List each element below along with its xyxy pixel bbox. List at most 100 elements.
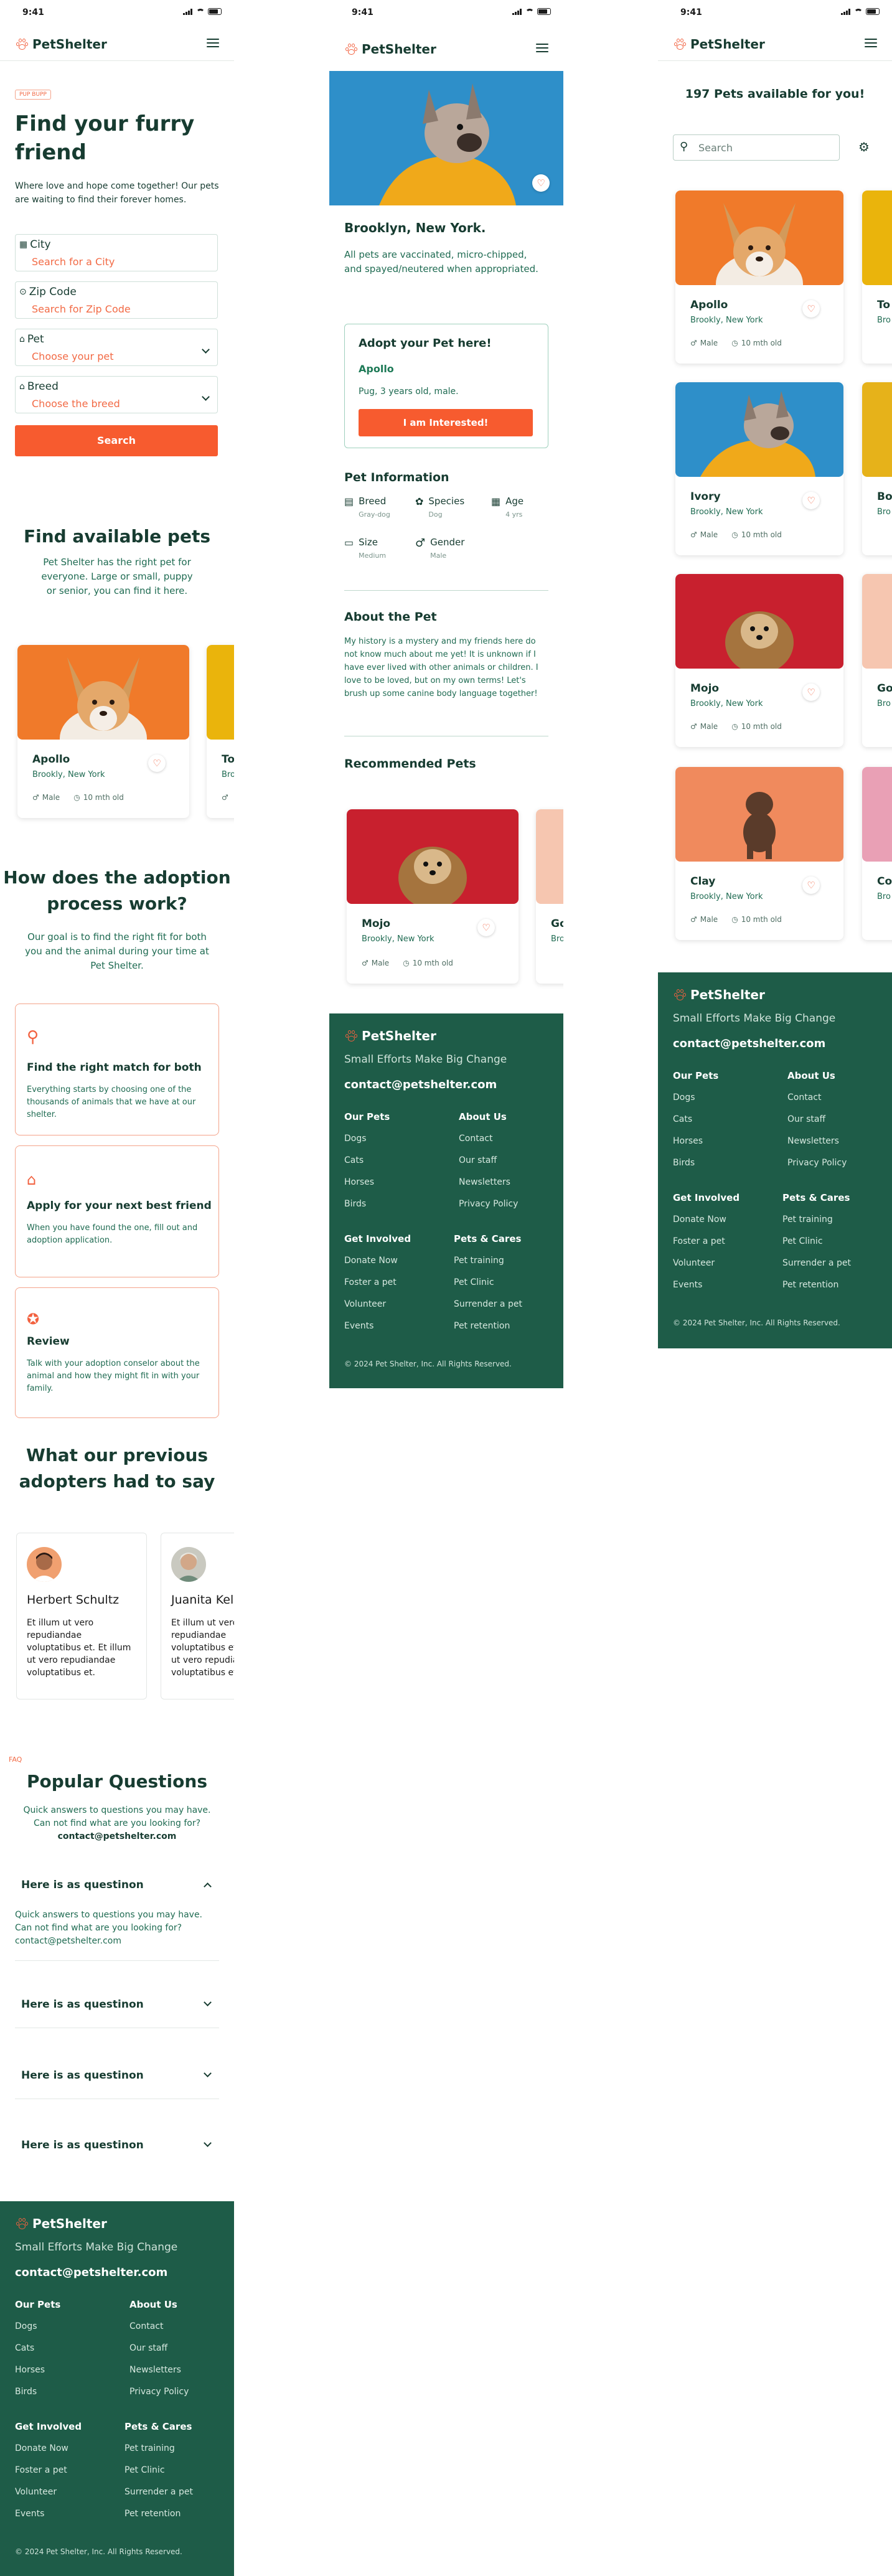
faq-item[interactable]: Here is as questinon	[15, 2054, 219, 2099]
footer-link[interactable]: Surrender a pet	[454, 1294, 522, 1315]
footer-link[interactable]: Privacy Policy	[787, 1152, 847, 1174]
breed-select[interactable]: ⌂ Breed Choose the breed	[15, 376, 218, 413]
search-button[interactable]: Search	[15, 425, 218, 456]
favorite-heart-icon[interactable]: ♡	[802, 877, 820, 894]
footer-link[interactable]: Surrender a pet	[124, 2481, 193, 2503]
footer-link[interactable]: Privacy Policy	[459, 1193, 518, 1215]
pet-card[interactable]: Co Bro	[862, 767, 892, 940]
pet-card-next[interactable]: Go Bro	[536, 809, 563, 984]
faq-item[interactable]: Here is as questinon	[15, 2124, 219, 2169]
footer-link[interactable]: Donate Now	[673, 1209, 739, 1231]
favorite-heart-icon[interactable]: ♡	[802, 684, 820, 701]
footer-link[interactable]: Dogs	[15, 2316, 60, 2338]
testimonial-quote: Et illum ut vero repudiandae voluptatibu…	[171, 1618, 234, 1678]
footer-link[interactable]: Pet retention	[124, 2503, 193, 2525]
hamburger-menu-icon[interactable]	[865, 39, 877, 47]
faq-item[interactable]: Here is as questinon	[15, 1983, 219, 2028]
filter-icon[interactable]: ⚙	[858, 139, 870, 154]
footer-link[interactable]: Newsletters	[459, 1172, 518, 1193]
footer-link[interactable]: Horses	[15, 2359, 60, 2381]
pet-card-mojo[interactable]: Mojo Brookly, New York ♡ ♂ Male ◷ 10 mth ol…	[347, 809, 519, 984]
pet-card[interactable]: To Bro	[862, 190, 892, 364]
footer-link[interactable]: Cats	[673, 1109, 718, 1131]
footer-link[interactable]: Our staff	[459, 1150, 518, 1172]
footer-link[interactable]: Cats	[15, 2338, 60, 2359]
pet-card-next[interactable]: To Bro ♂	[207, 645, 234, 818]
search-input[interactable]: ⚲ Search	[673, 134, 840, 161]
footer-link[interactable]: Foster a pet	[344, 1272, 411, 1294]
footer-logo[interactable]: PetShelter	[344, 1028, 436, 1043]
footer-email[interactable]: contact@petshelter.com	[15, 2266, 167, 2279]
footer-link[interactable]: Donate Now	[344, 1250, 411, 1272]
footer-link[interactable]: Our staff	[129, 2338, 189, 2359]
footer-link[interactable]: Events	[344, 1315, 411, 1337]
footer-link[interactable]: Events	[673, 1274, 739, 1296]
footer-link[interactable]: Pet Clinic	[124, 2460, 193, 2481]
footer-link[interactable]: Donate Now	[15, 2438, 82, 2460]
favorite-heart-icon[interactable]: ♡	[532, 174, 550, 192]
footer-link[interactable]: Pet training	[454, 1250, 522, 1272]
hamburger-menu-icon[interactable]	[536, 44, 548, 52]
logo[interactable]: PetShelter	[344, 42, 436, 57]
footer-link[interactable]: Contact	[459, 1128, 518, 1150]
favorite-heart-icon[interactable]: ♡	[802, 492, 820, 509]
pet-select[interactable]: ⌂ Pet Choose your pet	[15, 329, 218, 366]
favorite-heart-icon[interactable]: ♡	[477, 919, 495, 936]
hamburger-menu-icon[interactable]	[207, 39, 219, 47]
pet-card[interactable]: Bo Bro	[862, 382, 892, 555]
footer-link[interactable]: Pet training	[124, 2438, 193, 2460]
footer-link[interactable]: Contact	[787, 1087, 847, 1109]
footer-link[interactable]: Birds	[673, 1152, 718, 1174]
footer-link[interactable]: Surrender a pet	[782, 1253, 851, 1274]
favorite-heart-icon[interactable]: ♡	[148, 754, 166, 772]
footer-link[interactable]: Newsletters	[787, 1131, 847, 1152]
pet-card-apollo[interactable]: Apollo Brookly, New York ♡ ♂ Male ◷ 10 mth …	[17, 645, 189, 818]
favorite-heart-icon[interactable]: ♡	[802, 300, 820, 317]
footer-link[interactable]: Events	[15, 2503, 82, 2525]
process-step-3: ✪ Review Talk with your adoption conselo…	[15, 1287, 219, 1418]
footer-link[interactable]: Volunteer	[15, 2481, 82, 2503]
app-header: PetShelter	[0, 25, 234, 61]
footer-link[interactable]: Horses	[673, 1131, 718, 1152]
footer-logo[interactable]: PetShelter	[673, 987, 765, 1002]
footer-link[interactable]: Foster a pet	[15, 2460, 82, 2481]
footer-link[interactable]: Contact	[129, 2316, 189, 2338]
logo[interactable]: PetShelter	[673, 37, 765, 52]
faq-email-link[interactable]: contact@petshelter.com	[0, 1831, 234, 1841]
zip-field[interactable]: ⊙ Zip Code Search for Zip Code	[15, 281, 218, 319]
footer-link[interactable]: Our staff	[787, 1109, 847, 1131]
pet-photo	[862, 767, 892, 862]
footer-link[interactable]: Pet retention	[782, 1274, 851, 1296]
footer-link[interactable]: Volunteer	[344, 1294, 411, 1315]
footer-link[interactable]: Pet Clinic	[782, 1231, 851, 1253]
interested-button[interactable]: I am Interested!	[359, 409, 533, 436]
footer-email[interactable]: contact@petshelter.com	[344, 1078, 497, 1091]
footer-link[interactable]: Foster a pet	[673, 1231, 739, 1253]
pet-card-clay[interactable]: Clay Brookly, New York ♡ ♂ Male ◷ 10 mth ol…	[675, 767, 843, 940]
faq-item-open[interactable]: Here is as questinon Quick answers to qu…	[15, 1864, 219, 1961]
pet-card-ivory[interactable]: Ivory Brookly, New York ♡ ♂ Male ◷ 10 mth o…	[675, 382, 843, 555]
pet-gender: Male	[700, 530, 718, 539]
footer-link[interactable]: Birds	[15, 2381, 60, 2403]
footer-link[interactable]: Pet training	[782, 1209, 851, 1231]
male-icon: ♂	[362, 959, 369, 967]
footer-logo[interactable]: PetShelter	[15, 2216, 107, 2231]
footer-email[interactable]: contact@petshelter.com	[673, 1037, 825, 1050]
footer-link[interactable]: Pet Clinic	[454, 1272, 522, 1294]
pet-card[interactable]: Go Bro	[862, 574, 892, 747]
city-field[interactable]: ▦ City Search for a City	[15, 234, 218, 271]
footer-link[interactable]: Cats	[344, 1150, 390, 1172]
footer-link[interactable]: Dogs	[673, 1087, 718, 1109]
pet-card-mojo[interactable]: Mojo Brookly, New York ♡ ♂ Male ◷ 10 mth ol…	[675, 574, 843, 747]
logo[interactable]: PetShelter	[15, 37, 107, 52]
footer-link[interactable]: Volunteer	[673, 1253, 739, 1274]
pet-card-apollo[interactable]: Apollo Brookly, New York ♡ ♂ Male ◷ 10 mth …	[675, 190, 843, 364]
footer-link[interactable]: Dogs	[344, 1128, 390, 1150]
male-icon: ♂	[222, 793, 228, 802]
footer-link[interactable]: Newsletters	[129, 2359, 189, 2381]
footer-link[interactable]: Horses	[344, 1172, 390, 1193]
footer-link[interactable]: Pet retention	[454, 1315, 522, 1337]
footer-link[interactable]: Birds	[344, 1193, 390, 1215]
faq-title: Popular Questions	[27, 1771, 207, 1792]
footer-link[interactable]: Privacy Policy	[129, 2381, 189, 2403]
